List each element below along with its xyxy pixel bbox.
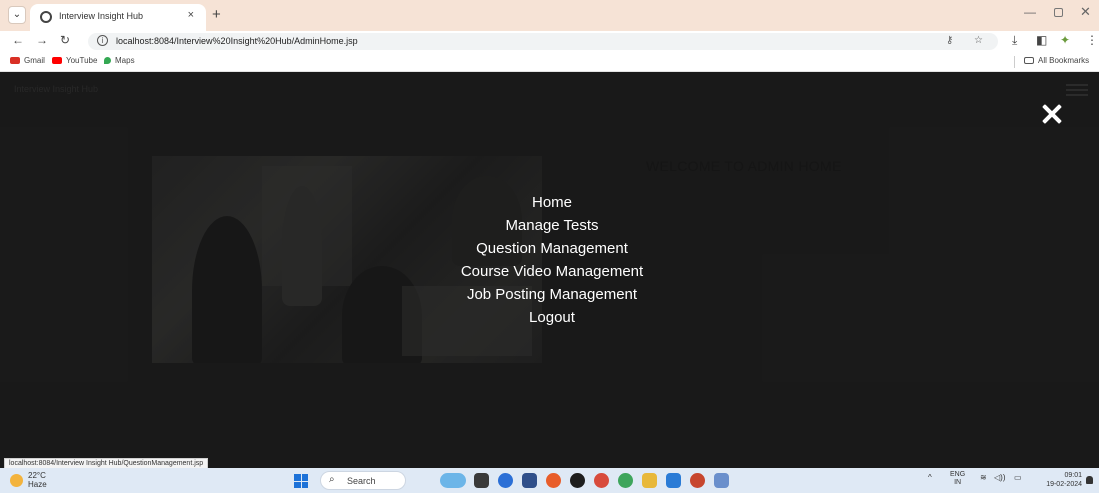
- page-viewport: Interview Insight Hub WELCOME TO ADMIN H…: [0, 72, 1099, 468]
- clock-time: 09:01: [1064, 472, 1082, 479]
- overlay-menu: Home Manage Tests Question Management Co…: [400, 191, 704, 329]
- menu-item-home[interactable]: Home: [400, 191, 704, 214]
- bookmarks-divider: [1014, 56, 1015, 68]
- taskbar-app-task-view-icon[interactable]: [474, 473, 489, 488]
- browser-tab[interactable]: Interview Insight Hub ×: [30, 4, 206, 31]
- browser-toolbar: ← → ↻ i localhost:8084/Interview%20Insig…: [0, 31, 1099, 52]
- link-status-bar: localhost:8084/Interview Insight Hub/Que…: [4, 458, 209, 468]
- tab-close-icon[interactable]: ×: [188, 9, 194, 21]
- clock-date: 19-02-2024: [1046, 481, 1082, 488]
- taskbar-app-edge-icon[interactable]: [618, 473, 633, 488]
- reload-icon[interactable]: ↻: [60, 33, 70, 47]
- taskbar-app-notepad-icon[interactable]: [714, 473, 729, 488]
- menu-item-logout[interactable]: Logout: [400, 306, 704, 329]
- tab-favicon-icon: [40, 11, 52, 23]
- taskbar-app-netbeans-icon[interactable]: [522, 473, 537, 488]
- window-close-icon[interactable]: ✕: [1080, 4, 1091, 20]
- volume-icon[interactable]: ◁)): [994, 473, 1005, 482]
- menu-item-course-video-management[interactable]: Course Video Management: [400, 260, 704, 283]
- gmail-icon: [10, 57, 20, 64]
- region-code: IN: [954, 479, 962, 486]
- menu-item-question-management[interactable]: Question Management: [400, 237, 704, 260]
- tray-overflow-chevron-icon[interactable]: ^: [928, 473, 932, 482]
- close-menu-icon[interactable]: [1040, 102, 1064, 126]
- bookmark-label: Maps: [115, 56, 135, 65]
- youtube-icon: [52, 57, 62, 64]
- weather-desc: Haze: [28, 480, 47, 489]
- browser-tab-bar: ⌄ Interview Insight Hub × + — ✕: [0, 0, 1099, 31]
- taskbar-app-chrome-profile-icon[interactable]: [690, 473, 705, 488]
- screen: ⌄ Interview Insight Hub × + — ✕ ← → ↻ i …: [0, 0, 1099, 493]
- tab-search-chevron-icon[interactable]: ⌄: [8, 6, 26, 24]
- taskbar-app-landscape-icon[interactable]: [440, 473, 466, 488]
- address-bar[interactable]: i localhost:8084/Interview%20Insight%20H…: [88, 33, 998, 50]
- nav-overlay: Home Manage Tests Question Management Co…: [0, 72, 1099, 468]
- weather-widget[interactable]: 22°C Haze: [28, 471, 47, 489]
- bookmark-youtube[interactable]: YouTube: [52, 56, 97, 65]
- all-bookmarks-label: All Bookmarks: [1038, 56, 1090, 65]
- taskbar-app-file-explorer-icon[interactable]: [642, 473, 657, 488]
- taskbar-app-media-icon[interactable]: [570, 473, 585, 488]
- bookmark-maps[interactable]: Maps: [104, 56, 135, 65]
- site-info-icon[interactable]: i: [97, 35, 108, 46]
- taskbar-clock[interactable]: 09:01 19-02-2024: [1036, 471, 1082, 489]
- browser-menu-icon[interactable]: ⋮: [1086, 33, 1098, 47]
- battery-icon[interactable]: ▭: [1014, 473, 1022, 482]
- wifi-icon[interactable]: ≋: [980, 473, 987, 482]
- weather-temp: 22°C: [28, 471, 46, 480]
- new-tab-icon[interactable]: +: [212, 6, 221, 23]
- menu-item-manage-tests[interactable]: Manage Tests: [400, 214, 704, 237]
- taskbar-app-search-icon[interactable]: [546, 473, 561, 488]
- bookmark-label: YouTube: [66, 56, 98, 65]
- windows-taskbar: 22°C Haze ⌕ Search ^ ENG IN ≋ ◁)) ▭ 09:01 1…: [0, 468, 1099, 493]
- window-minimize-icon[interactable]: —: [1024, 5, 1036, 19]
- password-key-icon[interactable]: ⚷: [946, 35, 953, 46]
- forward-arrow-icon[interactable]: →: [36, 33, 48, 47]
- side-panel-icon[interactable]: ◧: [1036, 33, 1047, 47]
- extension-icon[interactable]: ✦: [1060, 33, 1070, 47]
- bookmark-star-icon[interactable]: ☆: [974, 35, 983, 46]
- language-indicator[interactable]: ENG IN: [950, 471, 965, 487]
- windows-start-icon[interactable]: [294, 474, 308, 488]
- weather-sun-icon[interactable]: [10, 474, 23, 487]
- taskbar-app-chrome-icon[interactable]: [594, 473, 609, 488]
- taskbar-app-store-icon[interactable]: [666, 473, 681, 488]
- window-restore-icon[interactable]: [1054, 8, 1063, 17]
- bookmarks-bar: Gmail YouTube Maps All Bookmarks: [0, 52, 1099, 72]
- taskbar-search[interactable]: ⌕ Search: [320, 471, 406, 490]
- taskbar-app-chat-icon[interactable]: [498, 473, 513, 488]
- menu-item-job-posting-management[interactable]: Job Posting Management: [400, 283, 704, 306]
- download-icon[interactable]: ⤓: [1012, 33, 1017, 48]
- bookmark-gmail[interactable]: Gmail: [10, 56, 45, 65]
- taskbar-search-label: Search: [347, 476, 376, 486]
- maps-pin-icon: [104, 57, 111, 64]
- bookmark-label: Gmail: [24, 56, 45, 65]
- search-icon: ⌕: [329, 474, 335, 485]
- address-url[interactable]: localhost:8084/Interview%20Insight%20Hub…: [116, 36, 358, 46]
- back-arrow-icon[interactable]: ←: [12, 33, 24, 47]
- notification-bell-icon[interactable]: [1086, 476, 1093, 484]
- folder-icon: [1024, 57, 1034, 64]
- tab-title: Interview Insight Hub: [59, 11, 144, 21]
- language-code: ENG: [950, 471, 966, 478]
- all-bookmarks[interactable]: All Bookmarks: [1024, 56, 1089, 65]
